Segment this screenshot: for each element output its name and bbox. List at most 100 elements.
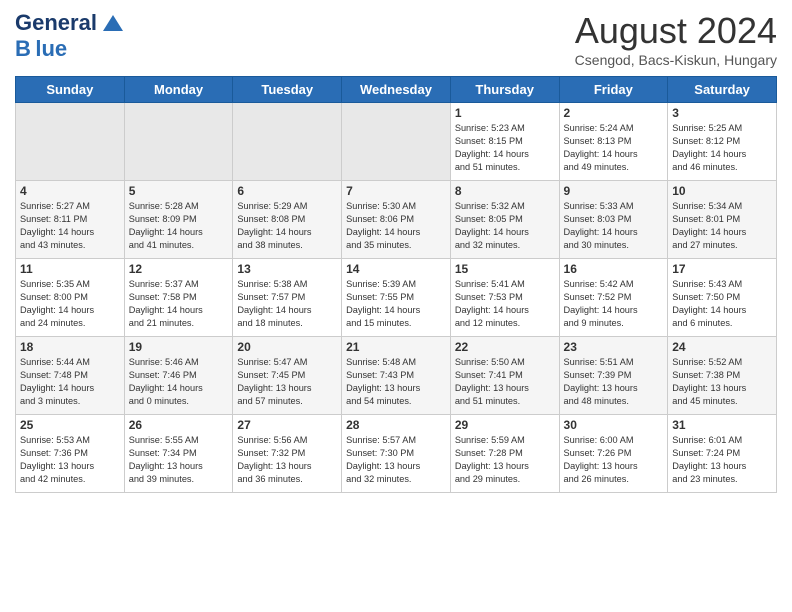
calendar-cell: 18Sunrise: 5:44 AM Sunset: 7:48 PM Dayli… bbox=[16, 337, 125, 415]
day-info: Sunrise: 5:56 AM Sunset: 7:32 PM Dayligh… bbox=[237, 434, 337, 486]
day-number: 26 bbox=[129, 418, 229, 432]
day-number: 15 bbox=[455, 262, 555, 276]
day-number: 8 bbox=[455, 184, 555, 198]
day-info: Sunrise: 5:51 AM Sunset: 7:39 PM Dayligh… bbox=[564, 356, 664, 408]
calendar-cell: 29Sunrise: 5:59 AM Sunset: 7:28 PM Dayli… bbox=[450, 415, 559, 493]
day-number: 29 bbox=[455, 418, 555, 432]
logo-arrow-icon bbox=[99, 11, 123, 35]
calendar-cell bbox=[16, 103, 125, 181]
day-info: Sunrise: 5:43 AM Sunset: 7:50 PM Dayligh… bbox=[672, 278, 772, 330]
calendar-cell: 16 Sunrise: 5:42 AM Sunset: 7:52 PM Dayli… bbox=[559, 259, 668, 337]
day-number: 10 bbox=[672, 184, 772, 198]
logo-general-rest: eneral bbox=[32, 10, 97, 36]
calendar-cell: 7 Sunrise: 5:30 AM Sunset: 8:06 PM Daylig… bbox=[342, 181, 451, 259]
day-info: Sunrise: 5:55 AM Sunset: 7:34 PM Dayligh… bbox=[129, 434, 229, 486]
calendar-cell: 31 Sunrise: 6:01 AM Sunset: 7:24 PM Dayli… bbox=[668, 415, 777, 493]
logo-blue-b: B bbox=[15, 36, 31, 61]
day-number: 9 bbox=[564, 184, 664, 198]
day-info: Sunrise: 5:44 AM Sunset: 7:48 PM Dayligh… bbox=[20, 356, 120, 408]
day-number: 20 bbox=[237, 340, 337, 354]
day-number: 19 bbox=[129, 340, 229, 354]
day-number: 28 bbox=[346, 418, 446, 432]
col-header-friday: Friday bbox=[559, 77, 668, 103]
day-number: 24 bbox=[672, 340, 772, 354]
calendar-cell: 5 Sunrise: 5:28 AM Sunset: 8:09 PM Daylig… bbox=[124, 181, 233, 259]
calendar-cell: 23Sunrise: 5:51 AM Sunset: 7:39 PM Dayli… bbox=[559, 337, 668, 415]
day-info: Sunrise: 5:42 AM Sunset: 7:52 PM Dayligh… bbox=[564, 278, 664, 330]
calendar-cell: 19 Sunrise: 5:46 AM Sunset: 7:46 PM Dayli… bbox=[124, 337, 233, 415]
calendar-cell bbox=[233, 103, 342, 181]
day-info: Sunrise: 5:48 AM Sunset: 7:43 PM Dayligh… bbox=[346, 356, 446, 408]
day-info: Sunrise: 5:34 AM Sunset: 8:01 PM Dayligh… bbox=[672, 200, 772, 252]
calendar-cell: 14 Sunrise: 5:39 AM Sunset: 7:55 PM Dayli… bbox=[342, 259, 451, 337]
day-number: 31 bbox=[672, 418, 772, 432]
week-row-4: 18Sunrise: 5:44 AM Sunset: 7:48 PM Dayli… bbox=[16, 337, 777, 415]
day-info: Sunrise: 5:30 AM Sunset: 8:06 PM Dayligh… bbox=[346, 200, 446, 252]
day-info: Sunrise: 5:52 AM Sunset: 7:38 PM Dayligh… bbox=[672, 356, 772, 408]
day-info: Sunrise: 6:00 AM Sunset: 7:26 PM Dayligh… bbox=[564, 434, 664, 486]
day-info: Sunrise: 5:35 AM Sunset: 8:00 PM Dayligh… bbox=[20, 278, 120, 330]
day-number: 4 bbox=[20, 184, 120, 198]
day-number: 6 bbox=[237, 184, 337, 198]
header-row: SundayMondayTuesdayWednesdayThursdayFrid… bbox=[16, 77, 777, 103]
day-info: Sunrise: 5:32 AM Sunset: 8:05 PM Dayligh… bbox=[455, 200, 555, 252]
calendar-cell: 26 Sunrise: 5:55 AM Sunset: 7:34 PM Dayli… bbox=[124, 415, 233, 493]
col-header-saturday: Saturday bbox=[668, 77, 777, 103]
day-number: 12 bbox=[129, 262, 229, 276]
day-info: Sunrise: 5:47 AM Sunset: 7:45 PM Dayligh… bbox=[237, 356, 337, 408]
day-info: Sunrise: 5:27 AM Sunset: 8:11 PM Dayligh… bbox=[20, 200, 120, 252]
day-info: Sunrise: 5:29 AM Sunset: 8:08 PM Dayligh… bbox=[237, 200, 337, 252]
day-info: Sunrise: 5:24 AM Sunset: 8:13 PM Dayligh… bbox=[564, 122, 664, 174]
calendar-cell: 15Sunrise: 5:41 AM Sunset: 7:53 PM Dayli… bbox=[450, 259, 559, 337]
day-number: 17 bbox=[672, 262, 772, 276]
calendar-cell bbox=[342, 103, 451, 181]
calendar-cell: 13Sunrise: 5:38 AM Sunset: 7:57 PM Dayli… bbox=[233, 259, 342, 337]
calendar-cell: 4 Sunrise: 5:27 AM Sunset: 8:11 PM Daylig… bbox=[16, 181, 125, 259]
calendar-cell: 10 Sunrise: 5:34 AM Sunset: 8:01 PM Dayli… bbox=[668, 181, 777, 259]
day-number: 1 bbox=[455, 106, 555, 120]
day-number: 22 bbox=[455, 340, 555, 354]
week-row-2: 4 Sunrise: 5:27 AM Sunset: 8:11 PM Daylig… bbox=[16, 181, 777, 259]
day-info: Sunrise: 5:50 AM Sunset: 7:41 PM Dayligh… bbox=[455, 356, 555, 408]
day-number: 25 bbox=[20, 418, 120, 432]
calendar-cell: 1 Sunrise: 5:23 AM Sunset: 8:15 PM Daylig… bbox=[450, 103, 559, 181]
week-row-3: 11Sunrise: 5:35 AM Sunset: 8:00 PM Dayli… bbox=[16, 259, 777, 337]
day-number: 21 bbox=[346, 340, 446, 354]
week-row-1: 1 Sunrise: 5:23 AM Sunset: 8:15 PM Daylig… bbox=[16, 103, 777, 181]
calendar-cell: 8 Sunrise: 5:32 AM Sunset: 8:05 PM Daylig… bbox=[450, 181, 559, 259]
header: G eneral B lue August 2024 Csengod, Bacs… bbox=[15, 10, 777, 68]
calendar-cell: 25Sunrise: 5:53 AM Sunset: 7:36 PM Dayli… bbox=[16, 415, 125, 493]
day-info: Sunrise: 5:57 AM Sunset: 7:30 PM Dayligh… bbox=[346, 434, 446, 486]
day-number: 2 bbox=[564, 106, 664, 120]
day-info: Sunrise: 5:23 AM Sunset: 8:15 PM Dayligh… bbox=[455, 122, 555, 174]
calendar-cell: 27 Sunrise: 5:56 AM Sunset: 7:32 PM Dayli… bbox=[233, 415, 342, 493]
page-container: G eneral B lue August 2024 Csengod, Bacs… bbox=[0, 0, 792, 503]
calendar-cell: 2 Sunrise: 5:24 AM Sunset: 8:13 PM Daylig… bbox=[559, 103, 668, 181]
day-number: 13 bbox=[237, 262, 337, 276]
day-info: Sunrise: 5:39 AM Sunset: 7:55 PM Dayligh… bbox=[346, 278, 446, 330]
col-header-tuesday: Tuesday bbox=[233, 77, 342, 103]
calendar-cell bbox=[124, 103, 233, 181]
calendar-cell: 9 Sunrise: 5:33 AM Sunset: 8:03 PM Daylig… bbox=[559, 181, 668, 259]
day-number: 5 bbox=[129, 184, 229, 198]
day-number: 14 bbox=[346, 262, 446, 276]
week-row-5: 25Sunrise: 5:53 AM Sunset: 7:36 PM Dayli… bbox=[16, 415, 777, 493]
day-info: Sunrise: 6:01 AM Sunset: 7:24 PM Dayligh… bbox=[672, 434, 772, 486]
location: Csengod, Bacs-Kiskun, Hungary bbox=[575, 52, 777, 68]
col-header-monday: Monday bbox=[124, 77, 233, 103]
day-number: 27 bbox=[237, 418, 337, 432]
calendar-cell: 30Sunrise: 6:00 AM Sunset: 7:26 PM Dayli… bbox=[559, 415, 668, 493]
calendar-cell: 20 Sunrise: 5:47 AM Sunset: 7:45 PM Dayli… bbox=[233, 337, 342, 415]
calendar-cell: 6 Sunrise: 5:29 AM Sunset: 8:08 PM Daylig… bbox=[233, 181, 342, 259]
day-number: 16 bbox=[564, 262, 664, 276]
day-info: Sunrise: 5:33 AM Sunset: 8:03 PM Dayligh… bbox=[564, 200, 664, 252]
calendar-cell: 28 Sunrise: 5:57 AM Sunset: 7:30 PM Dayli… bbox=[342, 415, 451, 493]
day-number: 7 bbox=[346, 184, 446, 198]
day-number: 3 bbox=[672, 106, 772, 120]
calendar-cell: 3 Sunrise: 5:25 AM Sunset: 8:12 PM Daylig… bbox=[668, 103, 777, 181]
title-section: August 2024 Csengod, Bacs-Kiskun, Hungar… bbox=[575, 10, 777, 68]
day-info: Sunrise: 5:28 AM Sunset: 8:09 PM Dayligh… bbox=[129, 200, 229, 252]
logo-blue-rest: lue bbox=[35, 36, 67, 61]
day-info: Sunrise: 5:46 AM Sunset: 7:46 PM Dayligh… bbox=[129, 356, 229, 408]
day-info: Sunrise: 5:25 AM Sunset: 8:12 PM Dayligh… bbox=[672, 122, 772, 174]
